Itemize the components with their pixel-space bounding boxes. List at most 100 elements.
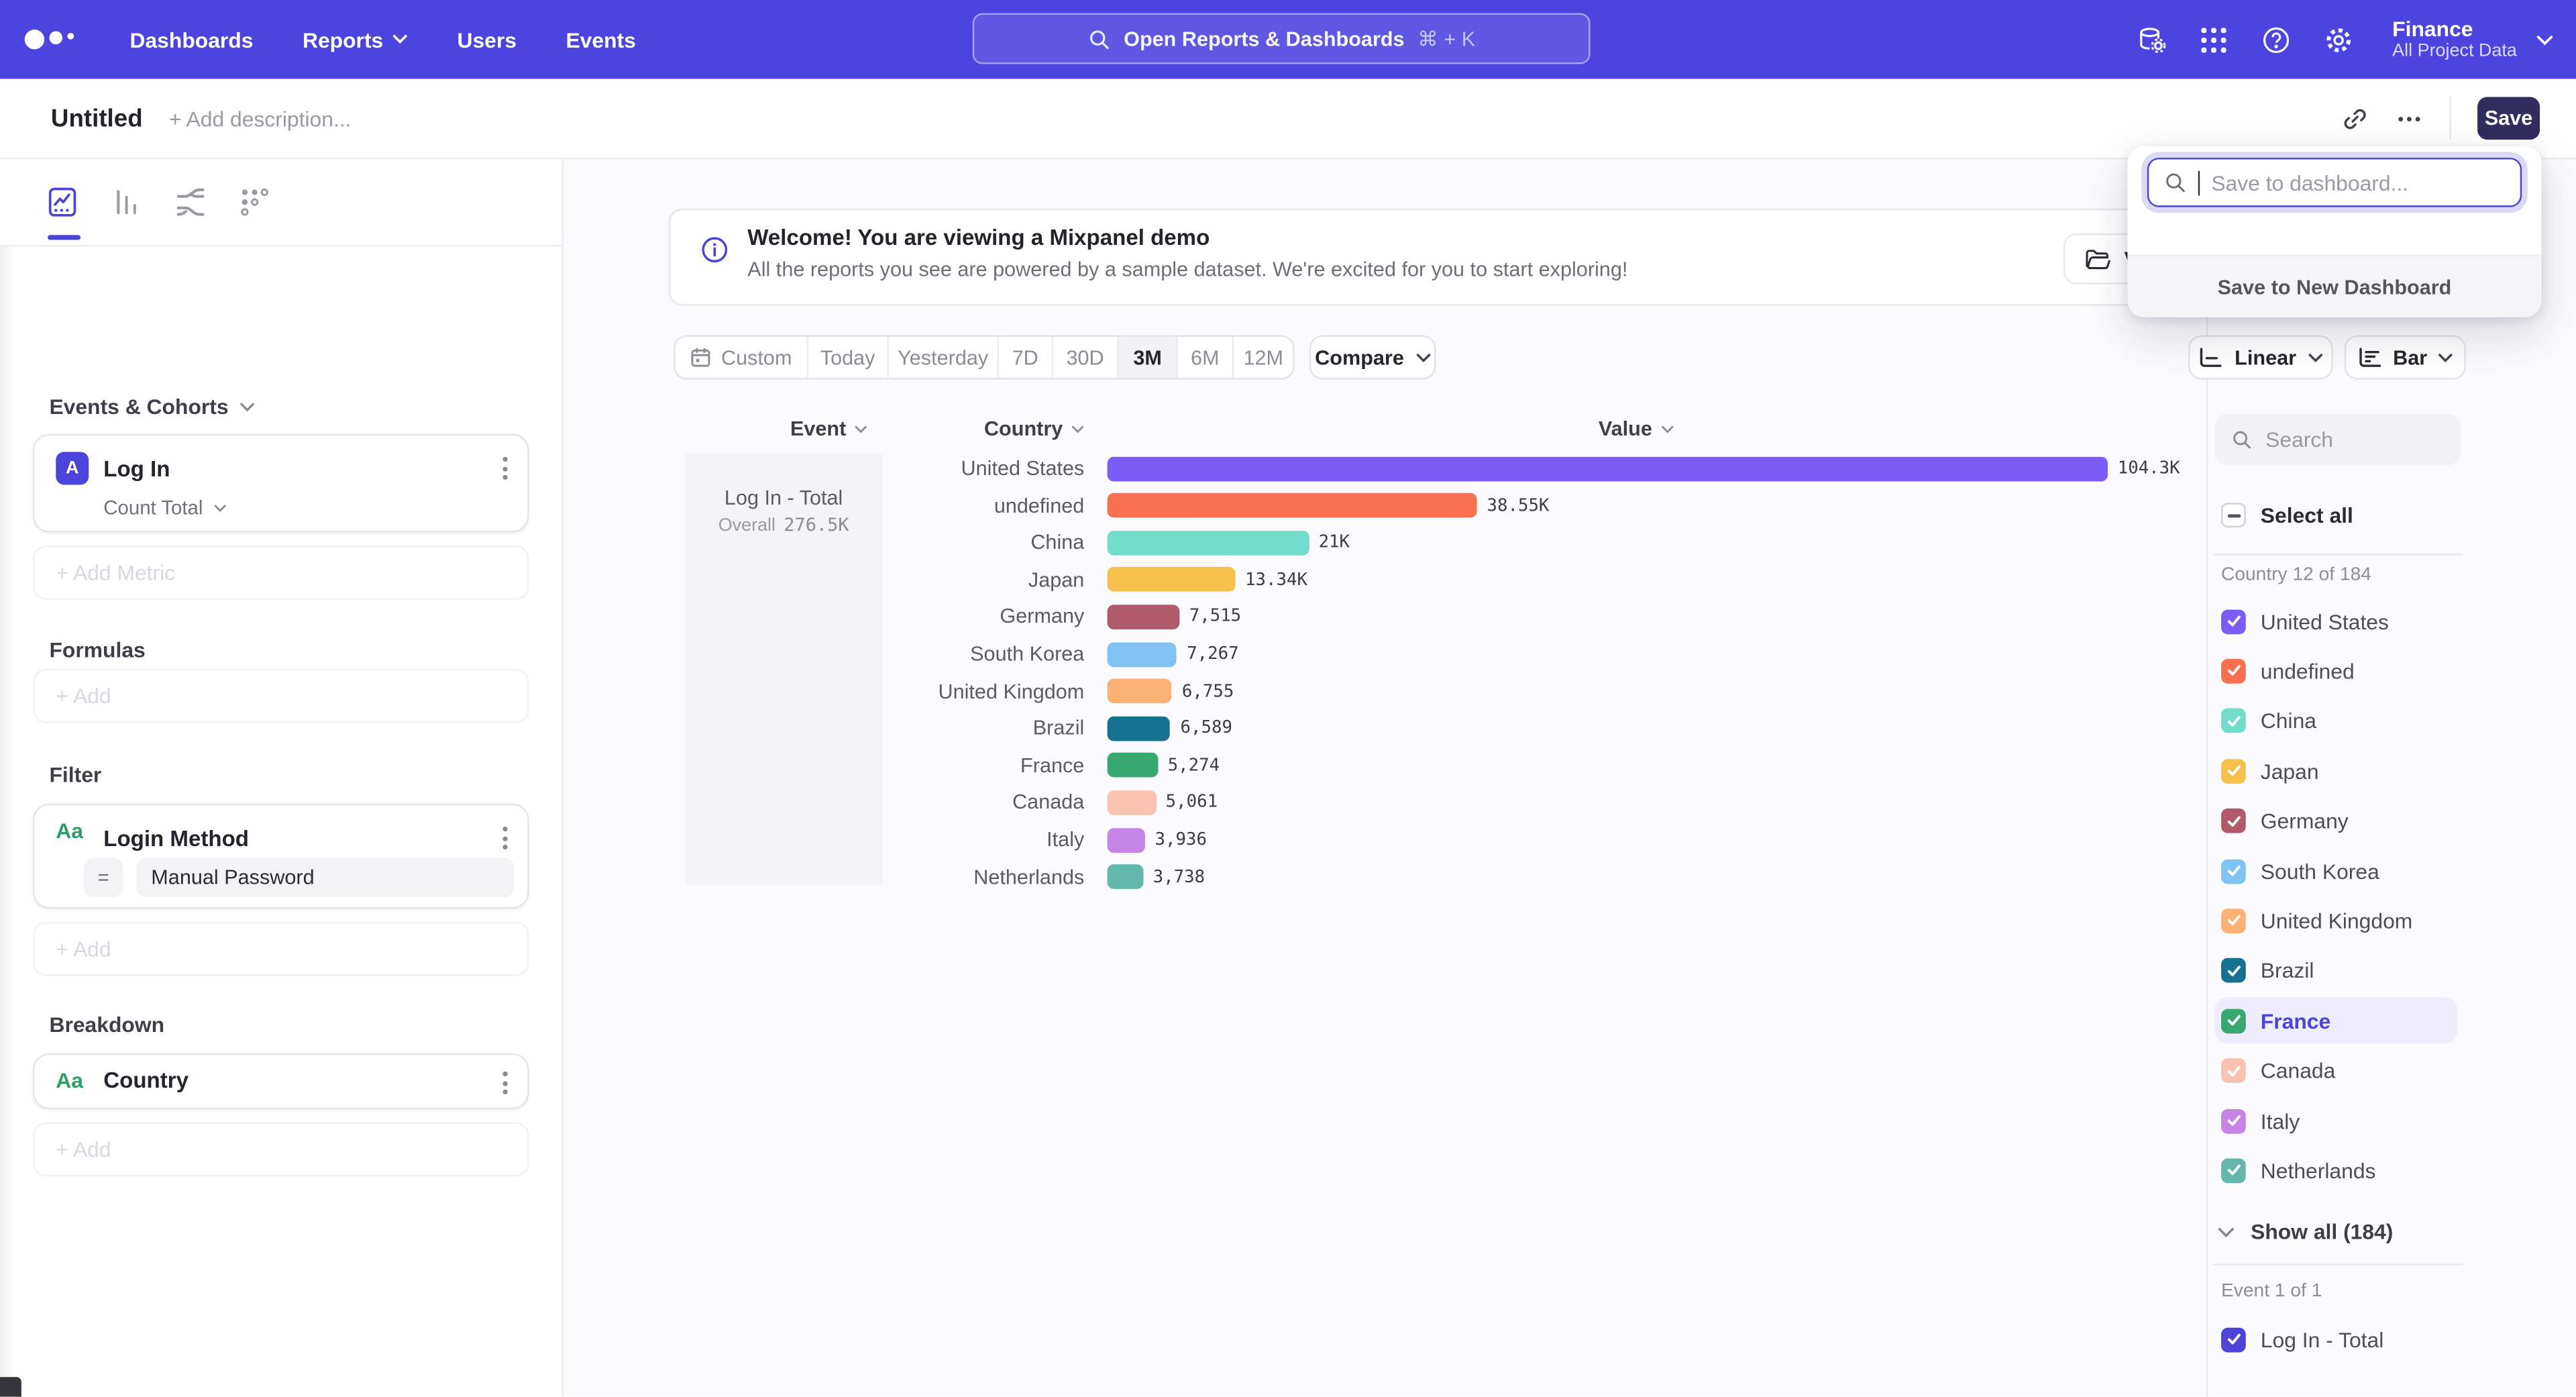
range-option-3m[interactable]: 3M [1119,337,1178,378]
event-checkbox-checked[interactable] [2221,1327,2246,1352]
add-breakdown-button[interactable]: + Add [33,1123,529,1177]
show-all-button[interactable]: Show all (184) [2218,1219,2393,1244]
filter-options-kebab-icon[interactable] [502,827,507,849]
country-row-italy[interactable]: Italy [2214,1098,2457,1144]
chart-type-button[interactable]: Bar [2345,335,2466,380]
country-row-france[interactable]: France [2214,998,2457,1044]
filter-value[interactable]: Manual Password [136,858,514,897]
column-header-country[interactable]: Country [984,417,1084,440]
country-checkbox-checked[interactable] [2221,909,2246,933]
bar-segment[interactable] [1108,568,1236,592]
country-checkbox-checked[interactable] [2221,1058,2246,1083]
country-row-china[interactable]: China [2214,698,2457,744]
add-description-button[interactable]: + Add description... [169,106,352,131]
country-row-germany[interactable]: Germany [2214,798,2457,844]
tab-retention-icon[interactable] [238,186,271,219]
event-series-row[interactable]: Log In - Total [2214,1316,2457,1363]
metric-options-kebab-icon[interactable] [502,457,507,480]
nav-item-events[interactable]: Events [566,27,635,52]
bar-segment[interactable] [1108,864,1143,889]
column-header-event[interactable]: Event [790,417,867,440]
country-row-united-kingdom[interactable]: United Kingdom [2214,898,2457,944]
bar-value-label: 7,515 [1189,607,1241,627]
scale-label: Linear [2235,346,2296,369]
country-checkbox-checked[interactable] [2221,709,2246,733]
country-checkbox-checked[interactable] [2221,809,2246,833]
event-name[interactable]: Log In [103,457,170,482]
breakdown-property-name[interactable]: Country [103,1068,189,1093]
copy-link-icon[interactable] [2341,105,2369,133]
column-header-value[interactable]: Value [1599,417,1674,440]
bar-segment[interactable] [1108,605,1179,629]
mixpanel-logo-icon[interactable] [25,30,87,49]
global-search-button[interactable]: Open Reports & Dashboards ⌘ + K [973,13,1591,64]
apps-grid-icon[interactable] [2198,24,2230,56]
country-checkbox-checked[interactable] [2221,609,2246,633]
report-title[interactable]: Untitled [51,105,143,133]
range-option-6m[interactable]: 6M [1178,337,1234,378]
bar-segment[interactable] [1108,641,1177,666]
country-row-united-states[interactable]: United States [2214,598,2457,644]
range-option-12m[interactable]: 12M [1234,337,1293,378]
bar-segment[interactable] [1108,679,1173,704]
country-checkbox-checked[interactable] [2221,759,2246,784]
country-checkbox-checked[interactable] [2221,1108,2246,1133]
country-row-japan[interactable]: Japan [2214,748,2457,794]
country-checkbox-checked[interactable] [2221,859,2246,884]
bar-segment[interactable] [1108,753,1158,778]
country-row-south-korea[interactable]: South Korea [2214,848,2457,894]
bar-segment[interactable] [1108,493,1477,518]
filter-operator[interactable]: = [84,858,123,897]
project-switcher[interactable]: Finance All Project Data [2392,17,2553,62]
breakdown-options-kebab-icon[interactable] [502,1072,507,1094]
breakdown-card-country[interactable]: Aa Country [33,1053,529,1109]
select-all-checkbox-indeterminate[interactable] [2221,503,2246,527]
country-row-undefined[interactable]: undefined [2214,648,2457,694]
bar-segment[interactable] [1108,827,1145,852]
country-checkbox-checked[interactable] [2221,659,2246,684]
series-search-input[interactable]: Search [2214,414,2461,465]
tab-flows-icon[interactable] [174,186,207,219]
nav-item-users[interactable]: Users [457,27,517,52]
section-filter: Filter [49,762,101,787]
country-row-canada[interactable]: Canada [2214,1047,2457,1094]
bar-row-brazil: Brazil6,589 [667,710,1232,746]
settings-gear-icon[interactable] [2323,24,2355,56]
bar-segment[interactable] [1108,530,1309,555]
save-to-new-dashboard-button[interactable]: Save to New Dashboard [2127,255,2541,317]
tab-insights-icon[interactable] [46,186,79,219]
select-all-row[interactable]: Select all [2221,503,2353,527]
range-option-30d[interactable]: 30D [1053,337,1119,378]
help-icon[interactable] [2261,24,2292,56]
bar-segment[interactable] [1108,716,1171,741]
range-option-yesterday[interactable]: Yesterday [889,337,999,378]
scale-selector-button[interactable]: Linear [2188,335,2333,380]
tab-funnels-icon[interactable] [110,186,143,219]
filter-card-login-method[interactable]: Aa Login Method = Manual Password [33,804,529,909]
add-filter-button[interactable]: + Add [33,922,529,976]
range-label: 7D [1012,346,1038,369]
section-events-cohorts[interactable]: Events & Cohorts [49,395,254,419]
range-option-custom[interactable]: Custom [676,337,808,378]
nav-item-reports[interactable]: Reports [303,27,408,52]
filter-property-name[interactable]: Login Method [103,827,249,851]
save-button[interactable]: Save [2477,97,2540,140]
country-row-brazil[interactable]: Brazil [2214,948,2457,994]
range-option-7d[interactable]: 7D [999,337,1053,378]
range-option-today[interactable]: Today [808,337,889,378]
bar-segment[interactable] [1108,456,2108,481]
dashboard-search-input[interactable]: Save to dashboard... [2147,158,2522,207]
more-options-icon[interactable] [2396,105,2424,133]
country-checkbox-checked[interactable] [2221,1158,2246,1183]
data-management-icon[interactable] [2136,24,2167,56]
nav-item-dashboards[interactable]: Dashboards [129,27,253,52]
country-checkbox-checked[interactable] [2221,958,2246,983]
add-metric-button[interactable]: + Add Metric [33,546,529,600]
compare-button[interactable]: Compare [1309,335,1436,380]
metric-card-log-in[interactable]: A Log In Count Total [33,434,529,533]
add-formula-button[interactable]: + Add [33,669,529,723]
country-checkbox-checked[interactable] [2221,1008,2246,1033]
aggregation-selector[interactable]: Count Total [103,497,225,519]
bar-segment[interactable] [1108,790,1156,815]
country-row-netherlands[interactable]: Netherlands [2214,1147,2457,1194]
